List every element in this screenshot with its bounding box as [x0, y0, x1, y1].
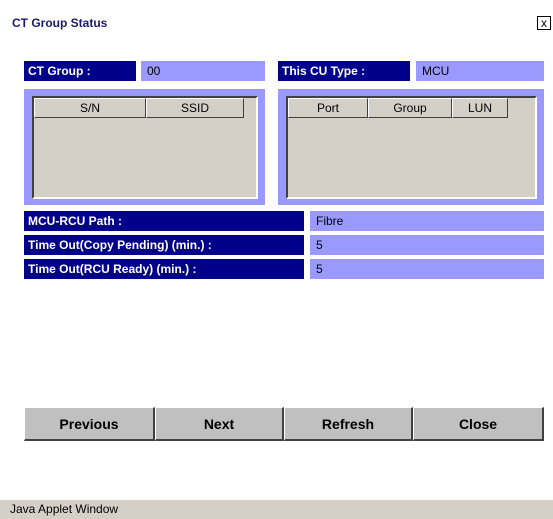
- cu-type-label: This CU Type :: [278, 61, 410, 81]
- port-column-header[interactable]: Port: [288, 98, 368, 118]
- mcu-rcu-path-value: Fibre: [310, 211, 544, 231]
- ct-group-status-window: CT Group Status x CT Group : 00 This CU …: [0, 0, 553, 519]
- ct-group-label: CT Group :: [24, 61, 136, 81]
- ct-group-value: 00: [141, 61, 265, 81]
- timeout-rcu-ready-value: 5: [310, 259, 544, 279]
- close-window-icon[interactable]: x: [537, 16, 551, 30]
- timeout-copy-pending-label: Time Out(Copy Pending) (min.) :: [24, 235, 304, 255]
- sn-column-header[interactable]: S/N: [34, 98, 146, 118]
- status-bar: Java Applet Window: [0, 500, 553, 519]
- ssid-column-header[interactable]: SSID: [146, 98, 244, 118]
- sn-ssid-list[interactable]: S/N SSID: [32, 96, 258, 199]
- close-button[interactable]: Close: [413, 407, 544, 441]
- port-group-lun-panel: Port Group LUN: [278, 89, 544, 205]
- lun-column-header[interactable]: LUN: [452, 98, 508, 118]
- group-column-header[interactable]: Group: [368, 98, 452, 118]
- title-bar: CT Group Status x: [0, 12, 553, 34]
- timeout-copy-pending-value: 5: [310, 235, 544, 255]
- sn-ssid-panel: S/N SSID: [24, 89, 265, 205]
- port-group-lun-list[interactable]: Port Group LUN: [286, 96, 537, 199]
- window-title: CT Group Status: [12, 16, 108, 30]
- cu-type-value: MCU: [416, 61, 544, 81]
- mcu-rcu-path-label: MCU-RCU Path :: [24, 211, 304, 231]
- refresh-button[interactable]: Refresh: [284, 407, 413, 441]
- previous-button[interactable]: Previous: [24, 407, 155, 441]
- next-button[interactable]: Next: [155, 407, 284, 441]
- timeout-rcu-ready-label: Time Out(RCU Ready) (min.) :: [24, 259, 304, 279]
